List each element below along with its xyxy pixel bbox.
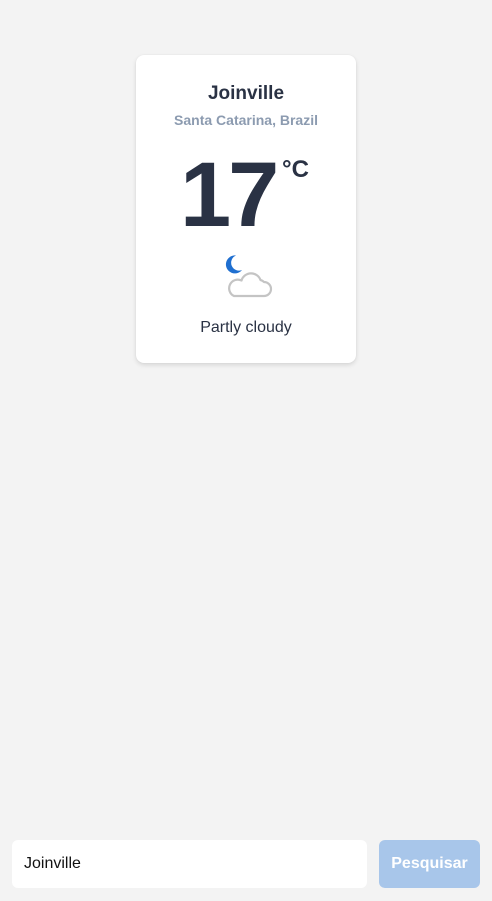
weather-condition: Partly cloudy bbox=[200, 319, 292, 336]
moon-icon bbox=[225, 255, 242, 274]
search-input[interactable] bbox=[12, 840, 367, 888]
partly-cloudy-night-icon bbox=[220, 253, 276, 301]
city-name: Joinville bbox=[207, 83, 285, 104]
weather-page: Joinville Santa Catarina, Brazil 17 °C P… bbox=[0, 0, 492, 901]
weather-card: Joinville Santa Catarina, Brazil 17 °C P… bbox=[136, 55, 356, 363]
temperature-unit: °C bbox=[282, 156, 309, 183]
cloud-icon bbox=[228, 272, 273, 298]
temperature-display: 17 °C bbox=[136, 147, 356, 243]
search-button[interactable]: Pesquisar bbox=[379, 840, 480, 888]
region-name: Santa Catarina, Brazil bbox=[174, 112, 318, 128]
temperature-value: 17 bbox=[180, 144, 279, 246]
